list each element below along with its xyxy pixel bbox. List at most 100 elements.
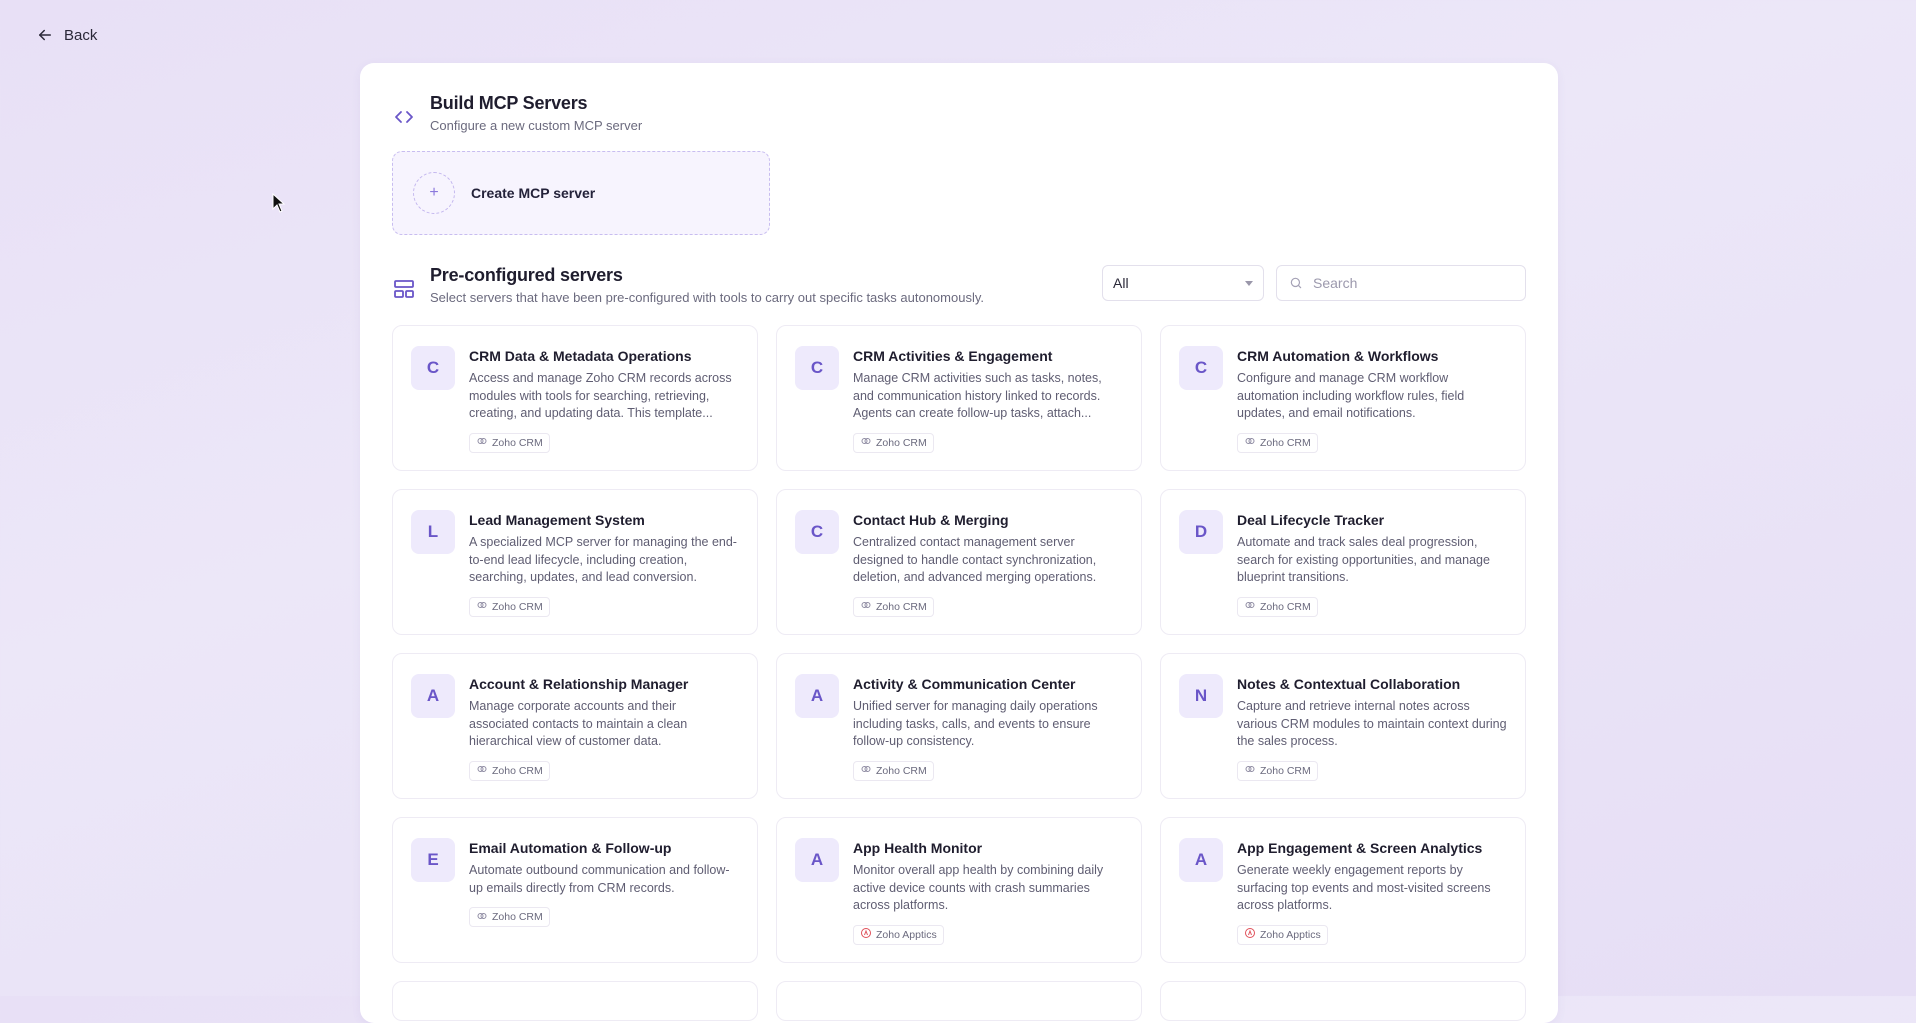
server-card[interactable] bbox=[776, 981, 1142, 1021]
back-label: Back bbox=[64, 26, 98, 44]
server-title: Deal Lifecycle Tracker bbox=[1237, 512, 1385, 528]
server-title: Activity & Communication Center bbox=[853, 676, 1076, 692]
integration-tag: Zoho CRM bbox=[853, 760, 934, 781]
build-header: Build MCP Servers Configure a new custom… bbox=[392, 93, 642, 133]
server-title: CRM Automation & Workflows bbox=[1237, 348, 1439, 364]
server-card[interactable]: C Contact Hub & Merging Centralized cont… bbox=[776, 489, 1142, 635]
create-mcp-server-label: Create MCP server bbox=[471, 185, 596, 201]
server-description: Monitor overall app health by combining … bbox=[853, 863, 1104, 912]
link-icon bbox=[477, 912, 487, 919]
server-card[interactable]: A Activity & Communication Center Unifie… bbox=[776, 653, 1142, 799]
integration-tag: Zoho Apptics bbox=[853, 924, 944, 945]
server-description: Capture and retrieve internal notes acro… bbox=[1237, 699, 1507, 748]
server-avatar: N bbox=[1179, 674, 1223, 718]
integration-tag: Zoho CRM bbox=[469, 432, 550, 453]
link-icon bbox=[477, 438, 487, 444]
integration-tag: Zoho Apptics bbox=[1237, 924, 1328, 945]
integration-label: Zoho CRM bbox=[492, 600, 543, 613]
server-grid: C CRM Data & Metadata Operations Access … bbox=[392, 325, 1526, 1021]
server-avatar: A bbox=[1179, 838, 1223, 882]
server-title: App Health Monitor bbox=[853, 840, 983, 856]
mcp-panel: Build MCP Servers Configure a new custom… bbox=[360, 63, 1558, 1023]
apptics-icon bbox=[1245, 928, 1255, 938]
build-title: Build MCP Servers bbox=[430, 93, 588, 113]
integration-label: Zoho CRM bbox=[492, 436, 543, 449]
search-box bbox=[1276, 265, 1526, 301]
server-avatar: E bbox=[411, 838, 455, 882]
integration-label: Zoho CRM bbox=[1260, 436, 1311, 449]
server-title: Email Automation & Follow-up bbox=[469, 840, 672, 856]
server-avatar: A bbox=[795, 838, 839, 882]
integration-label: Zoho CRM bbox=[492, 764, 543, 777]
server-card[interactable]: N Notes & Contextual Collaboration Captu… bbox=[1160, 653, 1526, 799]
preconfigured-title: Pre-configured servers bbox=[430, 265, 623, 285]
link-icon bbox=[861, 766, 871, 772]
server-description: Automate outbound communication and foll… bbox=[469, 863, 730, 895]
integration-label: Zoho CRM bbox=[876, 600, 927, 613]
integration-tag: Zoho CRM bbox=[469, 760, 550, 781]
preconfigured-subtitle: Select servers that have been pre-config… bbox=[430, 290, 984, 305]
server-card[interactable]: A App Health Monitor Monitor overall app… bbox=[776, 817, 1142, 963]
search-input[interactable] bbox=[1311, 274, 1513, 292]
server-card[interactable]: C CRM Activities & Engagement Manage CRM… bbox=[776, 325, 1142, 471]
integration-label: Zoho CRM bbox=[1260, 764, 1311, 777]
server-avatar: C bbox=[411, 346, 455, 390]
integration-tag: Zoho CRM bbox=[1237, 596, 1318, 617]
server-title: Contact Hub & Merging bbox=[853, 512, 1009, 528]
apptics-icon bbox=[861, 928, 871, 938]
server-title: CRM Activities & Engagement bbox=[853, 348, 1053, 364]
server-description: Centralized contact management server de… bbox=[853, 535, 1097, 584]
server-title: Notes & Contextual Collaboration bbox=[1237, 676, 1461, 692]
server-card[interactable]: C CRM Automation & Workflows Configure a… bbox=[1160, 325, 1526, 471]
server-description: Manage CRM activities such as tasks, not… bbox=[853, 371, 1102, 420]
mouse-pointer-icon bbox=[272, 193, 286, 213]
server-title: CRM Data & Metadata Operations bbox=[469, 348, 692, 364]
server-card[interactable] bbox=[392, 981, 758, 1021]
server-title: App Engagement & Screen Analytics bbox=[1237, 840, 1483, 856]
server-description: Access and manage Zoho CRM records acros… bbox=[469, 371, 732, 420]
create-mcp-server-button[interactable]: + Create MCP server bbox=[392, 151, 770, 235]
integration-label: Zoho CRM bbox=[876, 764, 927, 777]
server-card[interactable]: E Email Automation & Follow-up Automate … bbox=[392, 817, 758, 963]
integration-tag: Zoho CRM bbox=[1237, 760, 1318, 781]
link-icon bbox=[1245, 602, 1255, 608]
link-icon bbox=[1245, 438, 1255, 444]
integration-tag: Zoho CRM bbox=[853, 432, 934, 453]
chevron-down-icon bbox=[1245, 280, 1253, 286]
server-description: Manage corporate accounts and their asso… bbox=[469, 699, 688, 748]
server-avatar: D bbox=[1179, 510, 1223, 554]
link-icon bbox=[477, 766, 487, 772]
server-card[interactable]: L Lead Management System A specialized M… bbox=[392, 489, 758, 635]
integration-tag: Zoho CRM bbox=[1237, 432, 1318, 453]
plus-icon: + bbox=[413, 172, 455, 214]
server-card[interactable]: A App Engagement & Screen Analytics Gene… bbox=[1160, 817, 1526, 963]
back-button[interactable]: Back bbox=[36, 26, 97, 44]
link-icon bbox=[861, 438, 871, 444]
integration-label: Zoho CRM bbox=[492, 911, 543, 923]
server-card[interactable]: C CRM Data & Metadata Operations Access … bbox=[392, 325, 758, 471]
integration-label: Zoho Apptics bbox=[876, 928, 937, 941]
integration-tag: Zoho CRM bbox=[853, 596, 934, 617]
layout-icon bbox=[394, 280, 414, 298]
server-title: Lead Management System bbox=[469, 512, 645, 528]
link-icon bbox=[861, 602, 871, 608]
server-description: A specialized MCP server for managing th… bbox=[469, 535, 737, 584]
preconfigured-header: Pre-configured servers Select servers th… bbox=[392, 265, 984, 305]
code-icon bbox=[395, 111, 413, 123]
server-card[interactable] bbox=[1160, 981, 1526, 1021]
link-icon bbox=[1245, 766, 1255, 772]
filter-value: All bbox=[1113, 275, 1129, 291]
server-avatar: A bbox=[411, 674, 455, 718]
integration-tag: Zoho CRM bbox=[469, 596, 550, 617]
category-filter-select[interactable]: All bbox=[1102, 265, 1264, 301]
integration-label: Zoho CRM bbox=[876, 436, 927, 449]
server-avatar: L bbox=[411, 510, 455, 554]
server-title: Account & Relationship Manager bbox=[469, 676, 689, 692]
server-description: Generate weekly engagement reports by su… bbox=[1237, 863, 1491, 912]
server-avatar: A bbox=[795, 674, 839, 718]
server-description: Unified server for managing daily operat… bbox=[853, 699, 1098, 748]
server-description: Configure and manage CRM workflow automa… bbox=[1237, 371, 1465, 420]
link-icon bbox=[477, 602, 487, 608]
server-card[interactable]: A Account & Relationship Manager Manage … bbox=[392, 653, 758, 799]
server-card[interactable]: D Deal Lifecycle Tracker Automate and tr… bbox=[1160, 489, 1526, 635]
